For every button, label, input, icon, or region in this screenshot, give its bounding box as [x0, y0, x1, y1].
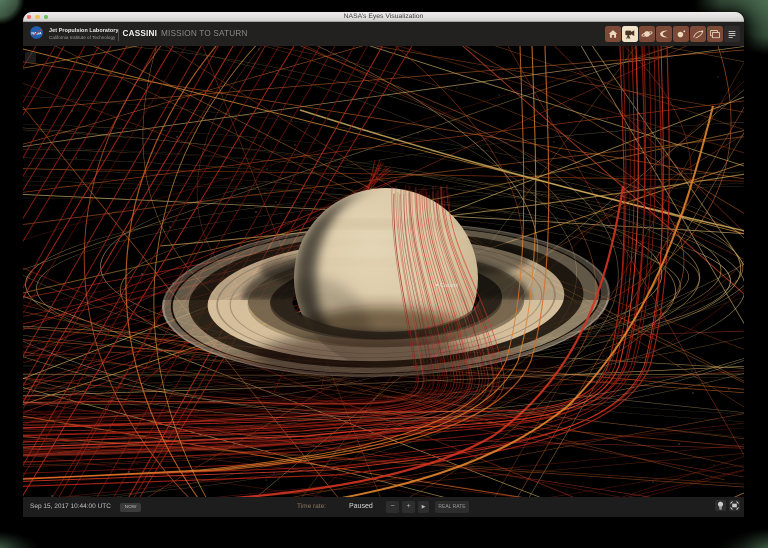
svg-text:Cassini: Cassini — [440, 283, 458, 289]
